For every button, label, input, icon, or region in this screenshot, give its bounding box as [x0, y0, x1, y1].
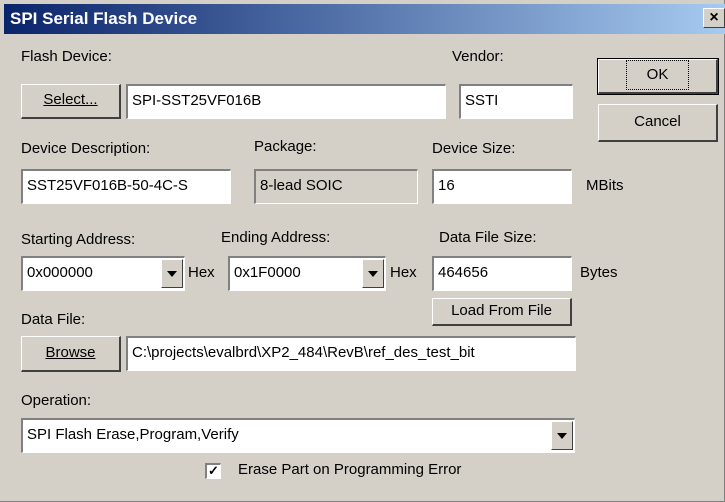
starting-address-hex-label: Hex	[188, 264, 215, 281]
chevron-down-icon[interactable]	[362, 259, 384, 288]
data-file-path-field[interactable]: C:\projects\evalbrd\XP2_484\RevB\ref_des…	[126, 336, 576, 371]
vendor-label: Vendor:	[452, 48, 504, 65]
close-icon: ×	[709, 9, 719, 26]
erase-on-error-checkbox[interactable]: ✓	[205, 463, 221, 479]
ending-address-value: 0x1F0000	[234, 264, 301, 281]
chevron-down-icon[interactable]	[161, 259, 183, 288]
operation-select[interactable]: SPI Flash Erase,Program,Verify	[21, 418, 575, 453]
select-device-button[interactable]: Select...	[21, 84, 121, 119]
vendor-field[interactable]: SSTI	[459, 84, 573, 119]
starting-address-value: 0x000000	[27, 264, 93, 281]
ending-address-select[interactable]: 0x1F0000	[228, 256, 386, 291]
device-description-label: Device Description:	[21, 140, 151, 157]
load-from-file-button[interactable]: Load From File	[432, 298, 572, 326]
browse-button[interactable]: Browse	[21, 336, 121, 372]
data-file-size-field[interactable]: 464656	[432, 256, 572, 291]
close-button[interactable]: ×	[703, 8, 725, 28]
ok-button-label: OK	[625, 60, 690, 90]
operation-value: SPI Flash Erase,Program,Verify	[27, 426, 239, 443]
checkmark-icon: ✓	[208, 463, 219, 478]
select-button-label: Select...	[43, 91, 98, 108]
browse-button-label: Browse	[45, 344, 96, 361]
device-size-unit: MBits	[586, 177, 624, 194]
operation-label: Operation:	[21, 392, 92, 409]
ending-address-hex-label: Hex	[390, 264, 417, 281]
data-file-size-unit: Bytes	[580, 264, 618, 281]
window-title: SPI Serial Flash Device	[10, 9, 198, 28]
ok-button[interactable]: OK	[597, 58, 719, 95]
starting-address-label: Starting Address:	[21, 231, 136, 248]
flash-device-label: Flash Device:	[21, 48, 112, 65]
data-file-label: Data File:	[21, 311, 86, 328]
erase-on-error-label[interactable]: Erase Part on Programming Error	[238, 461, 461, 478]
starting-address-select[interactable]: 0x000000	[21, 256, 185, 291]
device-size-label: Device Size:	[432, 140, 516, 157]
package-label: Package:	[254, 138, 317, 155]
chevron-down-icon[interactable]	[551, 421, 573, 450]
device-size-field[interactable]: 16	[432, 169, 572, 204]
cancel-button[interactable]: Cancel	[598, 104, 718, 142]
package-field: 8-lead SOIC	[254, 169, 418, 204]
device-description-field[interactable]: SST25VF016B-50-4C-S	[21, 169, 231, 204]
data-file-size-label: Data File Size:	[439, 229, 537, 246]
title-bar[interactable]: SPI Serial Flash Device	[4, 4, 725, 34]
flash-device-field[interactable]: SPI-SST25VF016B	[126, 84, 446, 119]
dialog-window: SPI Serial Flash Device × Flash Device: …	[0, 0, 725, 502]
ending-address-label: Ending Address:	[221, 229, 331, 246]
